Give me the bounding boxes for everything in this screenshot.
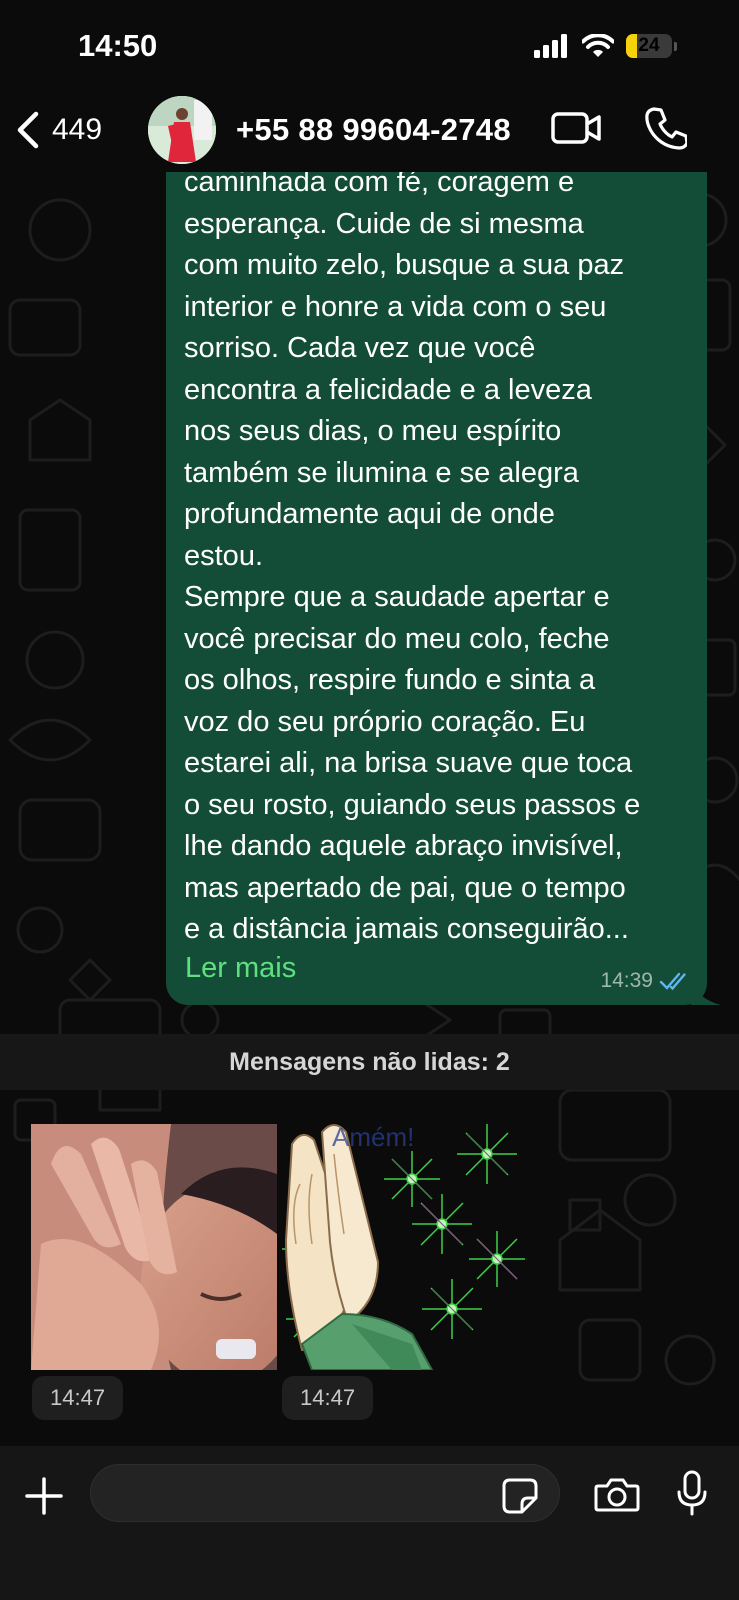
battery-cap (674, 41, 677, 51)
sticker-praying-hands[interactable]: Amém! (282, 1124, 532, 1370)
sticker-1-time: 14:47 (32, 1376, 124, 1420)
sticker-button[interactable] (502, 1478, 538, 1519)
outgoing-message-bubble[interactable]: caminhada com fé, coragem e esperança. C… (166, 130, 721, 1005)
phone-icon (645, 107, 689, 150)
back-button[interactable]: 449 (14, 102, 102, 158)
message-input[interactable] (90, 1464, 560, 1522)
plus-icon (25, 1477, 63, 1515)
chat-header: 449 +55 88 99604-2748 (0, 92, 739, 172)
status-icons: 24 (534, 34, 677, 58)
sticker-icon (502, 1478, 538, 1514)
voice-call-button[interactable] (645, 106, 689, 155)
read-more-link[interactable]: Ler mais (185, 952, 296, 985)
sticker-2-time-text: 14:47 (300, 1385, 356, 1410)
message-time: 14:39 (600, 969, 653, 992)
message-text: caminhada com fé, coragem e esperança. C… (184, 166, 641, 945)
unread-messages-banner: Mensagens não lidas: 2 (0, 1034, 739, 1090)
status-time: 14:50 (78, 28, 158, 63)
sticker-overlay-text: Amém! (332, 1124, 414, 1152)
bubble-tail (691, 979, 721, 1005)
microphone-icon (677, 1470, 707, 1516)
sticker-child-face[interactable] (31, 1124, 277, 1370)
message-input-bar (0, 1446, 739, 1600)
message-meta: 14:39 (600, 969, 689, 993)
battery-indicator: 24 (626, 34, 672, 58)
avatar-image (148, 96, 216, 164)
chevron-left-icon (17, 111, 39, 149)
contact-name[interactable]: +55 88 99604-2748 (236, 112, 511, 148)
video-call-button[interactable] (551, 108, 603, 153)
cellular-signal-icon (534, 34, 567, 58)
wifi-icon (582, 34, 614, 57)
message-list[interactable]: caminhada com fé, coragem e esperança. C… (0, 0, 739, 1600)
double-check-read-icon (659, 972, 686, 991)
contact-avatar[interactable] (148, 96, 216, 164)
video-camera-icon (551, 112, 601, 144)
sticker-1-time-text: 14:47 (50, 1385, 106, 1410)
camera-icon (594, 1478, 640, 1512)
microphone-button[interactable] (676, 1470, 708, 1523)
sticker-2-time: 14:47 (282, 1376, 374, 1420)
unread-chats-count: 449 (52, 113, 103, 146)
praying-hands-sticker-image: Amém! (282, 1124, 525, 1370)
attach-button[interactable] (24, 1476, 64, 1521)
battery-fill (626, 34, 638, 58)
battery-percentage: 24 (638, 35, 660, 56)
camera-button[interactable] (594, 1476, 640, 1519)
child-face-sticker-image (31, 1124, 277, 1370)
status-bar: 14:50 24 (0, 0, 739, 92)
